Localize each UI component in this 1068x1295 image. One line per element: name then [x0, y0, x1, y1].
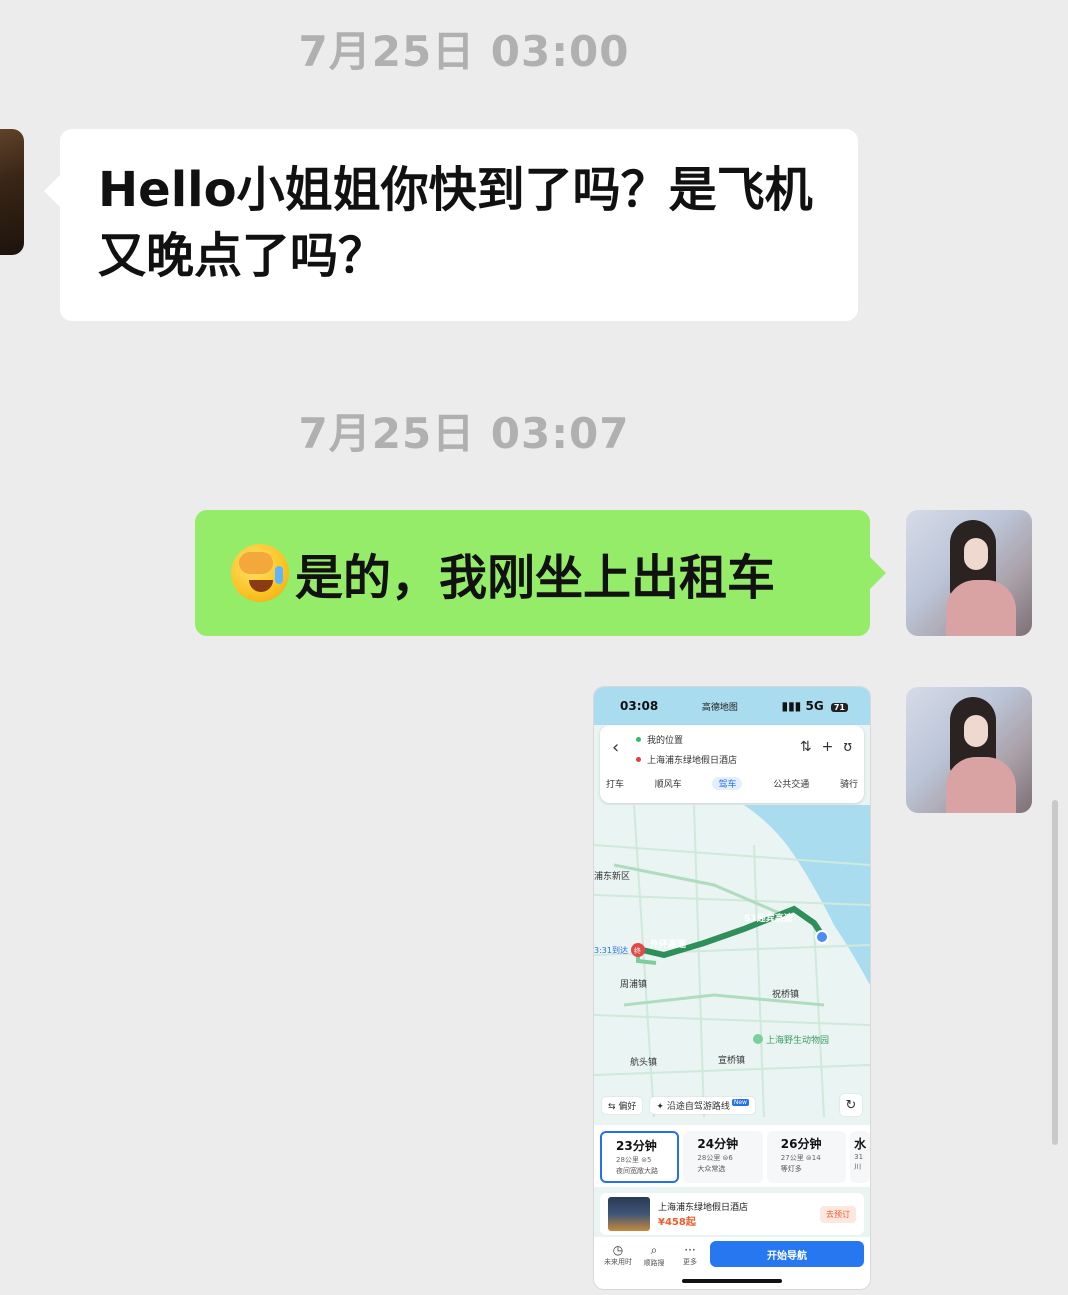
- route-option[interactable]: 24分钟 28公里 ⊜6 大众常选: [683, 1131, 763, 1183]
- incoming-message-text: Hello小姐姐你快到了吗？是飞机又晚点了吗？: [98, 162, 813, 284]
- refresh-icon[interactable]: ↻: [840, 1094, 862, 1116]
- timestamp: 7月25日 03:00: [298, 27, 630, 76]
- map-label-district: 浦东新区: [594, 870, 630, 882]
- map-label-town-1: 周浦镇: [620, 978, 647, 990]
- tab-carpool[interactable]: 顺风车: [655, 777, 682, 790]
- preference-button[interactable]: ⇆ 偏好: [602, 1096, 643, 1114]
- timestamp: 7月25日 03:07: [298, 409, 630, 458]
- route-option-tag: 夜间宽敞大路: [616, 1167, 658, 1175]
- map-label-zoo: 上海野生动物园: [766, 1034, 829, 1046]
- tab-drive[interactable]: 驾车: [712, 777, 743, 790]
- route-map[interactable]: 终 浦东新区 3:31到达 S1迎宾高速 外环高速 周浦镇 祝桥镇 上海野生动物…: [594, 805, 870, 1117]
- destination-row[interactable]: 上海浦东绿地假日酒店: [636, 753, 737, 766]
- swap-icon[interactable]: ⇅: [800, 739, 812, 755]
- clock-icon: ◷: [612, 1243, 624, 1257]
- book-button[interactable]: 去预订: [820, 1205, 856, 1223]
- new-badge: New: [731, 1098, 749, 1106]
- origin-row[interactable]: 我的位置: [636, 733, 683, 746]
- signal-icon: ▮▮▮: [781, 699, 806, 713]
- phone-status-bar: 03:08 高德地图 ▮▮▮ 5G 71: [594, 687, 870, 725]
- destination-dot-icon: [636, 757, 641, 762]
- route-card: ‹ 我的位置 上海浦东绿地假日酒店 ⇅ + ʊ 打车 顺风车 驾车 公共交通 骑…: [600, 725, 864, 803]
- destination-label: 上海浦东绿地假日酒店: [647, 756, 738, 766]
- route-option-detail: 31: [854, 1153, 864, 1161]
- add-stop-icon[interactable]: +: [822, 739, 834, 755]
- origin-dot-icon: [636, 737, 641, 742]
- start-navigation-button[interactable]: 开始导航: [710, 1241, 864, 1267]
- future-time-button[interactable]: ◷ 未来用时: [598, 1243, 638, 1267]
- hotel-name: 上海浦东绿地假日酒店: [658, 1203, 749, 1213]
- future-time-label: 未来用时: [604, 1258, 632, 1266]
- route-option[interactable]: 23分钟 28公里 ⊜5 夜间宽敞大路: [600, 1131, 680, 1183]
- tab-bike[interactable]: 骑行: [840, 777, 858, 790]
- chat-window: 7月25日 03:00 Hello小姐姐你快到了吗？是飞机又晚点了吗？ 7月25…: [0, 0, 1068, 1295]
- more-icon: ···: [684, 1243, 696, 1257]
- status-app-name: 高德地图: [701, 702, 738, 713]
- route-option[interactable]: 水 31 川: [850, 1131, 870, 1183]
- sparkle-icon: ✦: [656, 1101, 667, 1112]
- hotel-price: ¥458起: [658, 1217, 696, 1228]
- home-indicator: [682, 1279, 782, 1283]
- route-option-tag: 等灯多: [780, 1165, 802, 1173]
- outgoing-message-bubble[interactable]: 是的，我刚坐上出租车: [195, 510, 886, 636]
- route-option-tag: 大众常选: [697, 1165, 726, 1173]
- more-label: 更多: [683, 1258, 697, 1266]
- route-card-actions: ⇅ + ʊ: [800, 739, 852, 755]
- search-icon: ⌕: [650, 1243, 658, 1257]
- scenic-route-button[interactable]: ✦ 沿途自驾游路线 New: [650, 1096, 755, 1114]
- travel-mode-tabs: 打车 顺风车 驾车 公共交通 骑行: [606, 777, 858, 790]
- network-type: 5G: [805, 699, 824, 713]
- route-option-time: 24分钟: [697, 1137, 739, 1151]
- voice-icon[interactable]: ʊ: [843, 739, 852, 755]
- map-label-town-3: 航头镇: [630, 1056, 657, 1068]
- map-label-highway-2: 外环高速: [649, 938, 686, 950]
- map-label-town-2: 祝桥镇: [772, 988, 799, 1000]
- bottom-bar: ◷ 未来用时 ⌕ 顺路搜 ··· 更多 开始导航: [594, 1237, 870, 1289]
- back-arrow-icon[interactable]: ‹: [612, 737, 619, 758]
- preference-label: 偏好: [618, 1101, 637, 1112]
- search-along-label: 顺路搜: [643, 1259, 665, 1267]
- route-option-detail: 28公里 ⊜6: [697, 1154, 733, 1162]
- route-option-time: 23分钟: [616, 1139, 657, 1153]
- route-option-detail: 27公里 ⊜14: [780, 1154, 821, 1162]
- route-option-detail: 28公里 ⊜5: [616, 1156, 652, 1164]
- route-option-time: 26分钟: [780, 1137, 822, 1151]
- scenic-route-label: 沿途自驾游路线: [666, 1101, 730, 1112]
- contact-avatar[interactable]: [0, 129, 24, 255]
- route-option-tag: 川: [854, 1163, 862, 1171]
- origin-label: 我的位置: [647, 736, 684, 746]
- map-label-highway-1: S1迎宾高速: [744, 912, 793, 924]
- map-label-arrival: 3:31到达: [594, 945, 628, 955]
- chat-scrollbar[interactable]: [1052, 800, 1058, 1145]
- tab-transit[interactable]: 公共交通: [773, 777, 809, 790]
- route-option[interactable]: 26分钟 27公里 ⊜14 等灯多: [766, 1131, 847, 1183]
- my-avatar[interactable]: [906, 510, 1032, 636]
- facepalm-crying-emoji-icon: [231, 544, 289, 602]
- tab-taxi[interactable]: 打车: [606, 777, 624, 790]
- image-message-map-screenshot[interactable]: 03:08 高德地图 ▮▮▮ 5G 71 ‹ 我的位置 上海浦东绿地假日酒店 ⇅…: [594, 687, 870, 1289]
- status-time: 03:08: [620, 699, 659, 713]
- route-options: 23分钟 28公里 ⊜5 夜间宽敞大路 24分钟 28公里 ⊜6 大众常选 26…: [594, 1125, 870, 1187]
- end-marker: 终: [634, 946, 641, 955]
- incoming-message-bubble[interactable]: Hello小姐姐你快到了吗？是飞机又晚点了吗？: [44, 129, 858, 321]
- preference-icon: ⇆: [608, 1101, 619, 1112]
- map-label-town-4: 宣桥镇: [718, 1054, 745, 1066]
- search-along-button[interactable]: ⌕ 顺路搜: [634, 1243, 674, 1268]
- status-right: ▮▮▮ 5G 71: [781, 699, 848, 713]
- hotel-card[interactable]: 上海浦东绿地假日酒店 ¥458起 去预订: [600, 1193, 864, 1235]
- more-button[interactable]: ··· 更多: [670, 1243, 710, 1267]
- my-avatar[interactable]: [906, 687, 1032, 813]
- outgoing-message-text: 是的，我刚坐上出租车: [295, 550, 776, 606]
- battery-icon: 71: [830, 703, 848, 712]
- hotel-image: [608, 1197, 650, 1231]
- route-option-time: 水: [854, 1137, 867, 1151]
- map-controls: ⇆ 偏好 ✦ 沿途自驾游路线 New ↻: [594, 1091, 870, 1119]
